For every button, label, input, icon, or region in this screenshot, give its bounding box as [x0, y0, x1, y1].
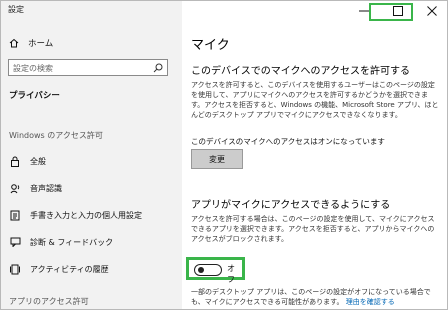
speech-icon	[9, 182, 21, 194]
search-placeholder: 設定の検索	[13, 64, 53, 73]
device-access-heading: このデバイスでのマイクへのアクセスを許可する	[191, 66, 410, 77]
footer-note-text: 一部のデスクトップ アプリは、このページの設定がオフになっている場合でも、マイク…	[191, 288, 431, 306]
page-title: マイク	[191, 38, 230, 53]
app-permissions-label: アプリのアクセス許可	[9, 297, 89, 306]
app-access-description: アクセスを許可する場合は、このページの設定を使用して、マイクにアクセスできるアプ…	[191, 215, 435, 243]
privacy-section-title: プライバシー	[9, 91, 60, 101]
device-access-status: このデバイスのマイクへのアクセスはオンになっています	[191, 137, 385, 146]
sidebar-item-label: 音声認識	[30, 183, 62, 193]
pen-note-icon	[9, 209, 21, 221]
sidebar-item-inking[interactable]: 手書き入力と入力の個人用設定	[9, 209, 142, 221]
app-access-heading: アプリがマイクにアクセスできるようにする	[191, 200, 391, 211]
lock-icon	[9, 155, 21, 167]
main-content: マイク このデバイスでのマイクへのアクセスを許可する アクセスを許可すると、この…	[182, 1, 447, 309]
close-button[interactable]	[415, 1, 447, 21]
footer-note: 一部のデスクトップ アプリは、このページの設定がオフになっている場合でも、マイク…	[191, 287, 441, 307]
feedback-icon	[9, 236, 21, 248]
windows-permissions-label: Windows のアクセス許可	[9, 131, 103, 140]
sidebar: 設定 ホーム 設定の検索 プライバシー Windows のアクセス許可 全般 音…	[1, 1, 182, 309]
close-icon	[427, 6, 437, 16]
app-access-toggle[interactable]	[194, 264, 222, 276]
change-button[interactable]: 変更	[191, 149, 243, 169]
sidebar-item-label: 診断 & フィードバック	[30, 237, 114, 247]
sidebar-item-label: 全般	[30, 156, 46, 166]
sidebar-item-diagnostics[interactable]: 診断 & フィードバック	[9, 236, 113, 248]
search-icon[interactable]	[153, 63, 163, 73]
sidebar-item-general[interactable]: 全般	[9, 155, 46, 167]
app-access-toggle-highlight: オフ	[186, 257, 245, 284]
sidebar-item-label: アクティビティの履歴	[30, 264, 109, 274]
activity-icon	[9, 263, 21, 275]
sidebar-item-activity-history[interactable]: アクティビティの履歴	[9, 263, 109, 275]
sidebar-item-speech[interactable]: 音声認識	[9, 182, 62, 194]
search-input[interactable]: 設定の検索	[8, 59, 168, 76]
window-title: 設定	[8, 5, 24, 14]
home-label: ホーム	[28, 39, 54, 49]
toggle-knob	[198, 267, 204, 273]
close-button-highlight	[369, 3, 413, 21]
home-link[interactable]: ホーム	[9, 37, 53, 49]
home-icon	[9, 38, 19, 48]
sidebar-item-label: 手書き入力と入力の個人用設定	[30, 210, 142, 220]
toggle-label: オフ	[227, 264, 235, 284]
device-access-description: アクセスを許可すると、このデバイスを使用するユーザーはこのページの設定を使用して…	[191, 81, 439, 119]
learn-why-link[interactable]: 理由を確認する	[346, 298, 395, 306]
minimize-icon	[359, 10, 369, 12]
settings-window: 設定 ホーム 設定の検索 プライバシー Windows のアクセス許可 全般 音…	[0, 0, 448, 310]
